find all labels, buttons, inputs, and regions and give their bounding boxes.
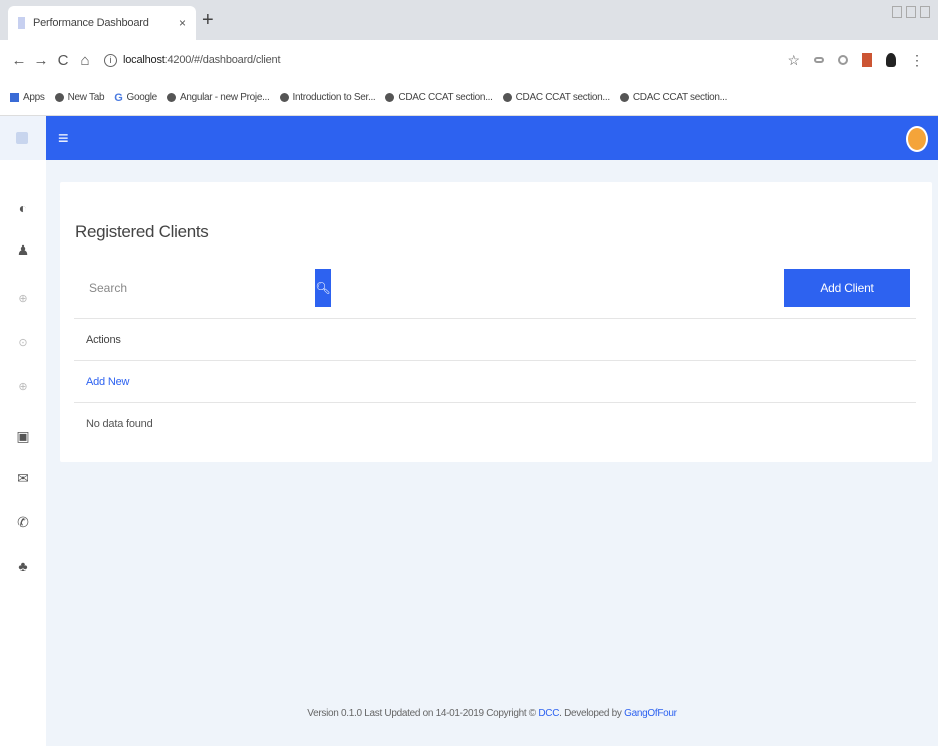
close-window-icon[interactable] — [920, 6, 930, 18]
globe-icon — [619, 93, 629, 102]
tab-close-icon[interactable]: × — [179, 16, 186, 30]
dashboard-icon[interactable]: ◐ — [0, 200, 46, 216]
search-button[interactable]: 🔍︎ — [315, 269, 331, 307]
new-tab-button[interactable]: + — [202, 10, 214, 30]
footer-middle: . Developed by — [559, 708, 625, 719]
extensions-area: ☆ ⋮ — [787, 52, 924, 69]
url-text: localhost:4200/#/dashboard/client — [123, 54, 281, 66]
bookmark-apps[interactable]: Apps — [10, 92, 45, 103]
maximize-icon[interactable] — [906, 6, 916, 18]
footer-team-link[interactable]: GangOfFour — [624, 708, 677, 719]
browser-menu-icon[interactable]: ⋮ — [910, 52, 924, 69]
bookmark-cdac-1[interactable]: CDAC CCAT section... — [385, 92, 493, 103]
clients-card: Registered Clients 🔍︎ Add Client Actions… — [60, 182, 932, 462]
globe-icon — [166, 93, 176, 102]
bookmark-cdac-3[interactable]: CDAC CCAT section... — [619, 92, 727, 103]
calendar-icon[interactable]: ▣ — [0, 428, 46, 445]
globe-icon — [502, 93, 512, 102]
browser-tab[interactable]: Performance Dashboard × — [8, 6, 196, 40]
add-new-row: Add New — [74, 360, 916, 402]
app-logo[interactable] — [0, 116, 46, 160]
reload-icon[interactable]: C — [52, 52, 74, 69]
menu-toggle-icon[interactable]: ≡ — [58, 129, 69, 147]
actions-header: Actions — [86, 334, 121, 346]
bookmark-google[interactable]: G Google — [114, 92, 157, 104]
footer-org-link[interactable]: DCC — [538, 708, 559, 719]
phone-icon[interactable]: ✆ — [0, 514, 46, 531]
nav-circle-icon-2[interactable]: ⊙ — [0, 336, 46, 349]
empty-row: No data found — [74, 402, 916, 444]
home-icon[interactable]: ⌂ — [74, 52, 96, 69]
extension-link-icon[interactable] — [814, 57, 824, 63]
globe-icon — [385, 93, 395, 102]
nav-circle-icon-3[interactable]: ⊕ — [0, 380, 46, 393]
user-icon[interactable]: ♟ — [0, 242, 46, 259]
empty-message: No data found — [86, 418, 153, 430]
sidebar: ◐ ♟ ⊕ ⊙ ⊕ ▣ ✉ ✆ ♣ — [0, 160, 46, 746]
minimize-icon[interactable] — [892, 6, 902, 18]
nav-circle-icon-1[interactable]: ⊕ — [0, 292, 46, 305]
globe-icon — [54, 93, 64, 102]
tab-title: Performance Dashboard — [33, 17, 149, 29]
extension-red-icon[interactable] — [862, 53, 872, 67]
footer: Version 0.1.0 Last Updated on 14-01-2019… — [46, 708, 938, 719]
team-icon[interactable]: ♣ — [0, 558, 46, 574]
back-icon[interactable]: ← — [8, 52, 30, 69]
apps-grid-icon — [10, 93, 19, 102]
app-header: ≡ — [0, 116, 938, 160]
bookmark-star-icon[interactable]: ☆ — [787, 52, 800, 69]
browser-tabstrip: Performance Dashboard × + — [0, 0, 938, 40]
bookmark-new-tab[interactable]: New Tab — [54, 92, 105, 103]
search-icon: 🔍︎ — [315, 281, 331, 295]
bookmark-cdac-2[interactable]: CDAC CCAT section... — [502, 92, 610, 103]
bookmark-angular[interactable]: Angular - new Proje... — [166, 92, 270, 103]
logo-icon — [16, 132, 28, 144]
footer-prefix: Version 0.1.0 Last Updated on 14-01-2019… — [307, 708, 539, 719]
add-new-link[interactable]: Add New — [86, 376, 129, 388]
search-input[interactable] — [87, 269, 329, 307]
site-info-icon[interactable]: i — [104, 53, 117, 67]
tab-favicon-icon — [18, 17, 25, 29]
page-title: Registered Clients — [75, 222, 209, 241]
bookmarks-bar: Apps New Tab G Google Angular - new Proje… — [0, 80, 938, 116]
window-controls — [892, 6, 930, 18]
jb-icon — [279, 93, 289, 102]
main-content: Registered Clients 🔍︎ Add Client Actions… — [46, 160, 938, 746]
table-header-row: Actions — [74, 318, 916, 360]
user-avatar[interactable] — [906, 126, 928, 152]
forward-icon[interactable]: → — [30, 52, 52, 69]
extension-profile-icon[interactable] — [886, 53, 896, 67]
add-client-button[interactable]: Add Client — [784, 269, 910, 307]
extension-circle-icon[interactable] — [838, 55, 848, 65]
address-bar[interactable]: i localhost:4200/#/dashboard/client — [104, 45, 787, 75]
bookmark-intro[interactable]: Introduction to Ser... — [279, 92, 376, 103]
browser-toolbar: ← → C ⌂ i localhost:4200/#/dashboard/cli… — [0, 40, 938, 80]
google-icon: G — [114, 91, 123, 104]
chat-icon[interactable]: ✉ — [0, 470, 46, 487]
